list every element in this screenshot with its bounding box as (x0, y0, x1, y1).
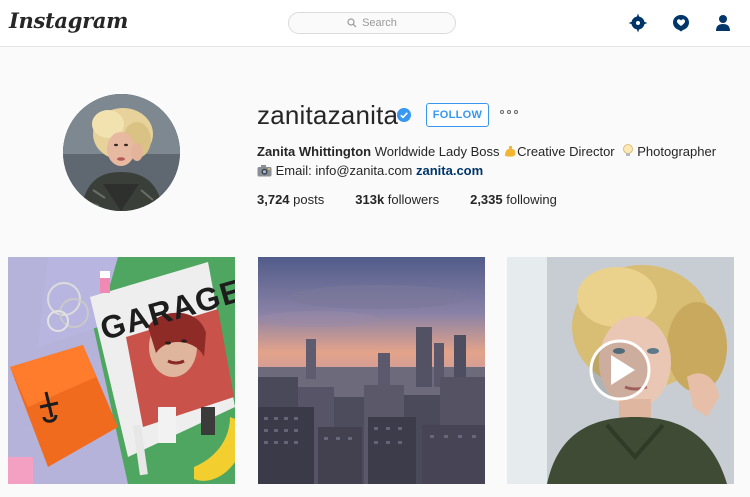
profile-website-link[interactable]: zanita.com (416, 163, 483, 178)
posts-stat: 3,724 posts (257, 192, 324, 207)
post-video-thumbnail[interactable] (507, 257, 734, 484)
following-count: 2,335 (470, 192, 503, 207)
followers-count: 313k (355, 192, 385, 207)
bio-role2: Photographer (637, 144, 717, 159)
follow-button[interactable]: FOLLOW (426, 103, 489, 127)
flexed-biceps-emoji-icon (505, 146, 516, 157)
search-placeholder: Search (362, 17, 397, 29)
bio-role: Creative Director (517, 144, 615, 159)
camera-emoji-icon (257, 165, 272, 177)
more-options-icon[interactable] (500, 110, 518, 114)
lightbulb-emoji-icon (623, 144, 634, 156)
activity-heart-icon[interactable] (671, 13, 691, 33)
following-label: following (506, 192, 557, 207)
search-input[interactable]: Search (288, 12, 456, 34)
post-thumbnail[interactable]: GARAGE (8, 257, 235, 484)
explore-compass-icon[interactable] (628, 13, 648, 33)
bio-tagline: Worldwide Lady Boss (374, 144, 500, 159)
profile-bio-line2: Email: info@zanita.com zanita.com (257, 163, 483, 178)
search-icon (347, 18, 357, 28)
instagram-logo[interactable]: Instagram (9, 8, 128, 33)
profile-bio-line1: Zanita Whittington Worldwide Lady Boss C… (257, 144, 716, 159)
profile-avatar[interactable] (63, 94, 180, 211)
followers-stat[interactable]: 313k followers (355, 192, 439, 207)
verified-badge-icon (397, 108, 411, 122)
bio-email: Email: info@zanita.com (275, 163, 413, 178)
post-thumbnail[interactable] (258, 257, 485, 484)
profile-full-name: Zanita Whittington (257, 144, 372, 159)
posts-count: 3,724 (257, 192, 290, 207)
profile-stats: 3,724 posts 313k followers 2,335 followi… (257, 192, 588, 207)
followers-label: followers (387, 192, 440, 207)
posts-label: posts (293, 192, 325, 207)
profile-username: zanitazanita (257, 100, 399, 130)
profile-person-icon[interactable] (713, 13, 733, 33)
following-stat[interactable]: 2,335 following (470, 192, 557, 207)
top-nav-bar: Instagram Search (0, 0, 750, 47)
